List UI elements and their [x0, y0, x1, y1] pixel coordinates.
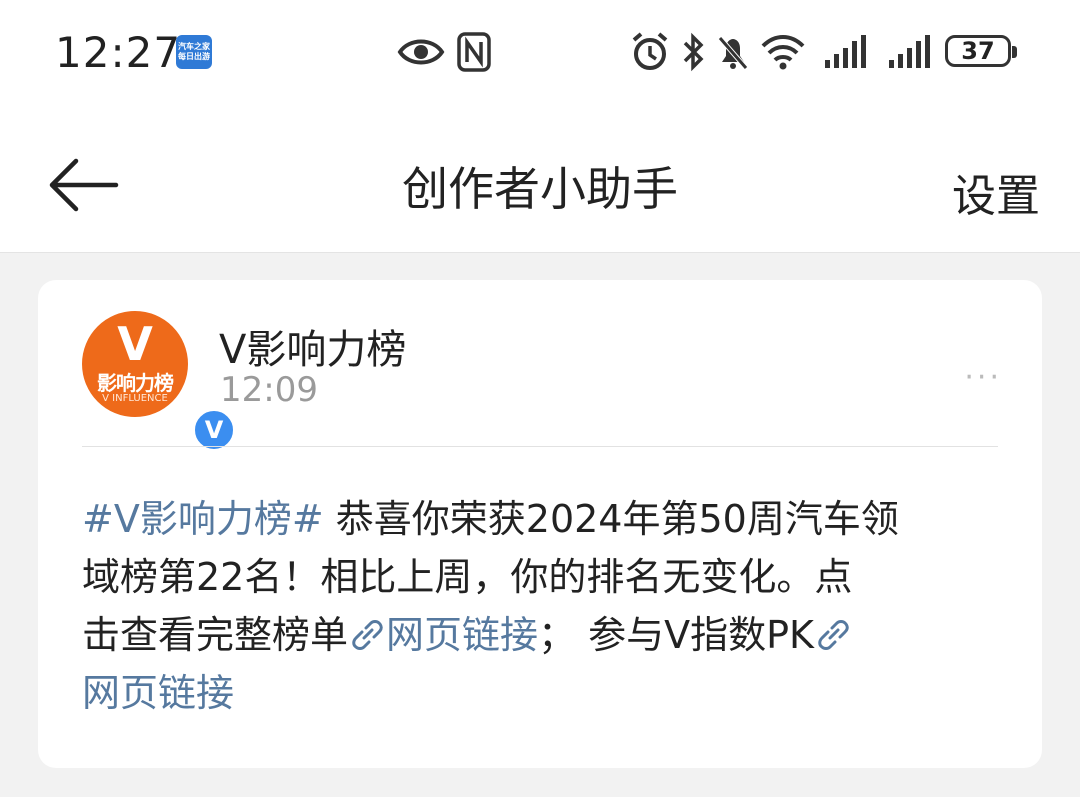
avatar-text: 影响力榜: [97, 371, 174, 395]
message-text: 击查看完整榜单: [82, 613, 349, 657]
message-card: V 影响力榜 V INFLUENCE V V影响力榜 12:09 ··· #V影…: [38, 280, 1042, 768]
web-link[interactable]: 网页链接: [348, 613, 538, 657]
nav-bar: 创作者小助手 设置: [0, 105, 1080, 253]
eye-icon: [397, 39, 445, 65]
divider: [82, 446, 998, 447]
alarm-icon: [632, 32, 668, 70]
avatar-letter: V: [117, 317, 153, 371]
web-link[interactable]: [814, 613, 852, 657]
message-body: #V影响力榜# 恭喜你荣获2024年第50周汽车领 域榜第22名！相比上周，你的…: [82, 490, 1002, 722]
web-link[interactable]: 网页链接: [82, 671, 234, 715]
link-icon: [352, 620, 383, 650]
message-text: 域榜第22名！相比上周，你的排名无变化。点: [82, 555, 853, 599]
settings-button[interactable]: 设置: [952, 160, 1040, 224]
mute-icon: [718, 36, 748, 70]
message-line: 击查看完整榜单 网页链接； 参与V指数PK: [82, 606, 1002, 664]
status-bar: 12:27 汽车之家 每日出游 37: [0, 0, 1080, 105]
more-options-icon[interactable]: ···: [964, 360, 1002, 395]
page-title: 创作者小助手: [402, 162, 678, 216]
status-time: 12:27: [55, 28, 182, 77]
message-line: #V影响力榜# 恭喜你荣获2024年第50周汽车领: [82, 490, 1002, 548]
message-line: 域榜第22名！相比上周，你的排名无变化。点: [82, 548, 1002, 606]
signal-icon: [889, 35, 930, 68]
signal-icon: [825, 35, 866, 68]
message-text: ； 参与V指数PK: [538, 613, 814, 657]
avatar[interactable]: V 影响力榜 V INFLUENCE V: [82, 311, 236, 452]
wifi-icon: [761, 35, 805, 70]
author-name[interactable]: V影响力榜: [219, 317, 406, 375]
post-time: 12:09: [220, 370, 318, 410]
link-icon: [818, 620, 849, 650]
message-text: 恭喜你荣获2024年第50周汽车领: [323, 497, 899, 541]
battery-icon: 37: [945, 35, 1017, 67]
nfc-icon: [457, 32, 491, 72]
topic-link[interactable]: #V影响力榜#: [82, 497, 324, 541]
app-notification-icon: 汽车之家 每日出游: [176, 35, 212, 69]
bluetooth-icon: [683, 32, 704, 72]
message-line: 网页链接: [82, 664, 1002, 722]
avatar-subtext: V INFLUENCE: [102, 393, 168, 404]
